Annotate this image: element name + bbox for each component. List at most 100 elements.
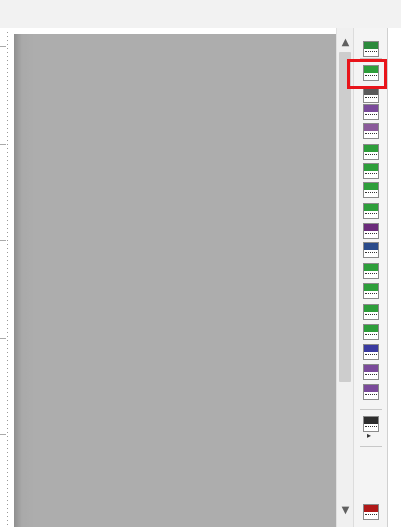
tool-screen	[364, 505, 378, 512]
ruler-dot	[7, 524, 8, 525]
ruler-dot	[7, 140, 8, 141]
ruler-dot	[7, 364, 8, 365]
ruler-dot	[7, 216, 8, 217]
ruler-dot	[7, 84, 8, 85]
ruler-dot	[7, 52, 8, 53]
ruler-dot	[7, 340, 8, 341]
histogram-tool-icon[interactable]	[363, 263, 379, 279]
ruler-dot	[7, 100, 8, 101]
ruler-dot	[7, 260, 8, 261]
ruler-dot	[7, 324, 8, 325]
ruler-dot	[7, 64, 8, 65]
meter-tool-icon[interactable]	[363, 203, 379, 219]
scroll-down-arrow[interactable]: ▼	[337, 502, 354, 519]
ruler-dot	[7, 452, 8, 453]
xy-graph-tool-icon[interactable]	[363, 123, 379, 139]
ruler-dot	[7, 396, 8, 397]
tool-controls	[365, 213, 377, 217]
tool-screen	[364, 164, 378, 171]
ruler-dot	[7, 264, 8, 265]
ruler-dot	[7, 144, 8, 145]
ruler-dot	[7, 80, 8, 81]
ruler-dot	[7, 356, 8, 357]
ag-plot-tool-icon[interactable]	[363, 344, 379, 360]
ruler-dot	[7, 380, 8, 381]
ruler-dot	[7, 388, 8, 389]
vertical-ruler	[0, 28, 15, 527]
waveform-chart-tool-icon[interactable]	[363, 104, 379, 120]
trigger-tool-icon[interactable]	[363, 384, 379, 400]
tool-screen	[364, 325, 378, 332]
spectrum-tool-icon[interactable]	[363, 223, 379, 239]
digital-display-tool-icon[interactable]	[363, 182, 379, 198]
tool-controls	[365, 173, 377, 177]
ruler-dot	[7, 56, 8, 57]
ruler-dot	[7, 88, 8, 89]
pen-tool-icon[interactable]	[363, 504, 379, 520]
waveform-graph-tool-icon[interactable]	[363, 65, 379, 81]
ruler-dot	[7, 48, 8, 49]
trend-tool-icon[interactable]	[363, 242, 379, 258]
ruler-dot	[7, 92, 8, 93]
camera-tool-icon[interactable]	[363, 41, 379, 57]
bar-chart-tool-icon[interactable]	[363, 283, 379, 299]
ruler-dot	[7, 112, 8, 113]
ruler-dot	[7, 192, 8, 193]
ruler-dot	[7, 384, 8, 385]
ruler-dot	[7, 160, 8, 161]
ruler-dot	[7, 488, 8, 489]
tool-screen	[364, 66, 378, 73]
tool-screen	[364, 145, 378, 152]
scroll-up-arrow[interactable]: ▲	[337, 34, 354, 51]
tool-controls	[365, 374, 377, 378]
ruler-dot	[7, 72, 8, 73]
tool-controls	[365, 273, 377, 277]
ruler-dot	[7, 300, 8, 301]
ruler-dot	[7, 476, 8, 477]
tool-screen	[364, 264, 378, 271]
right-window-border	[387, 28, 401, 527]
ruler-dot	[7, 156, 8, 157]
ruler-dot	[7, 136, 8, 137]
ruler-dot	[7, 496, 8, 497]
tool-screen	[364, 183, 378, 190]
numeric-indicator-tool-icon[interactable]	[363, 163, 379, 179]
ruler-dot	[7, 392, 8, 393]
tool-controls	[365, 252, 377, 256]
ruler-dot	[7, 184, 8, 185]
matrix-tool-icon[interactable]	[363, 304, 379, 320]
ruler-dot	[7, 440, 8, 441]
digital-io-tool-icon[interactable]	[363, 87, 379, 103]
tool-screen	[364, 42, 378, 49]
ag-graph-tool-icon[interactable]	[363, 324, 379, 340]
tool-screen	[364, 305, 378, 312]
ruler-dot	[7, 456, 8, 457]
ruler-dot	[7, 116, 8, 117]
numeric-display-tool-icon[interactable]	[363, 144, 379, 160]
ruler-dot	[7, 372, 8, 373]
vertical-scrollbar[interactable]: ▲ ▼	[336, 28, 354, 527]
scroll-thumb[interactable]	[339, 52, 351, 382]
ruler-dot	[7, 120, 8, 121]
ruler-dot	[7, 32, 8, 33]
ruler-dot	[7, 288, 8, 289]
ruler-dot	[7, 196, 8, 197]
ruler-tick	[0, 144, 6, 145]
tool-controls	[365, 314, 377, 318]
ag-wave-tool-icon[interactable]	[363, 364, 379, 380]
palette-more-arrow[interactable]: ▸	[367, 431, 371, 440]
ruler-dot	[7, 76, 8, 77]
ruler-dot	[7, 400, 8, 401]
palette-separator	[360, 446, 382, 447]
tool-controls	[365, 293, 377, 297]
drawing-page[interactable]	[14, 34, 336, 527]
palette-separator	[360, 58, 382, 59]
ruler-dot	[7, 164, 8, 165]
ruler-tick	[0, 240, 6, 241]
ruler-dot	[7, 244, 8, 245]
signal-tool-icon[interactable]	[363, 416, 379, 432]
ruler-dot	[7, 268, 8, 269]
ruler-dot	[7, 412, 8, 413]
ruler-dot	[7, 128, 8, 129]
ruler-dot	[7, 480, 8, 481]
